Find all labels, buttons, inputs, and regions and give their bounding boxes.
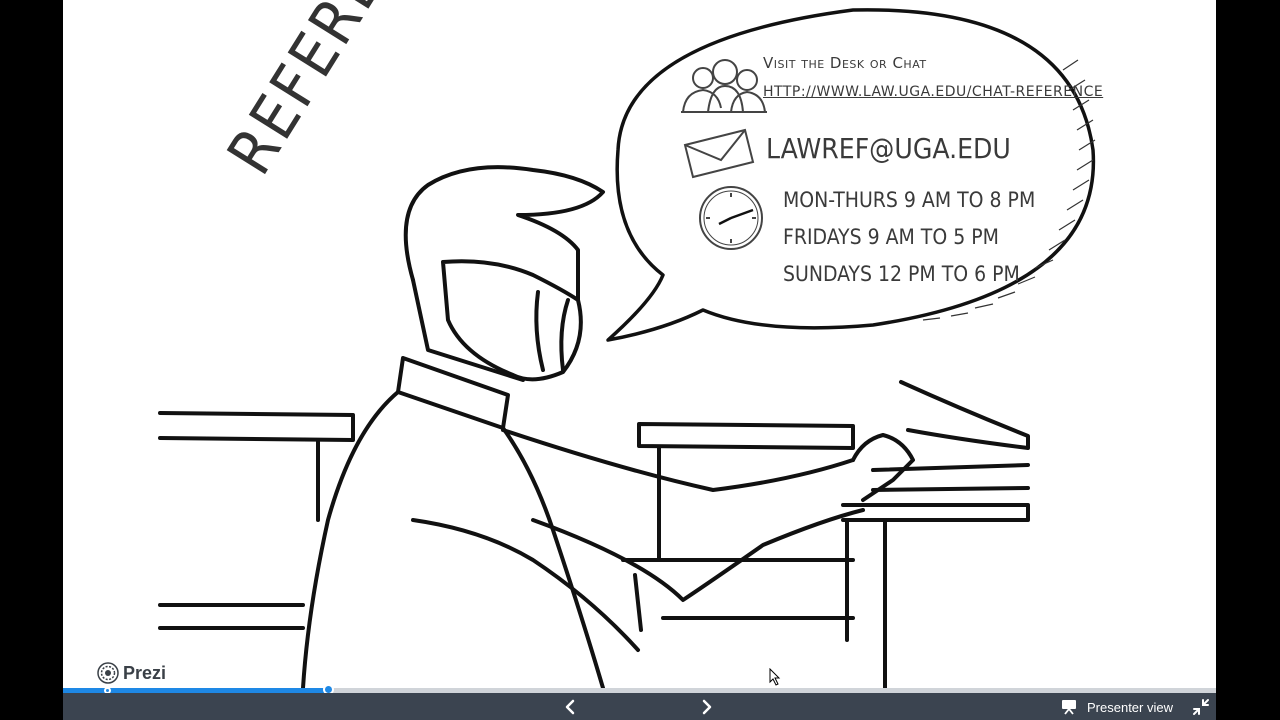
prezi-brand-label: Prezi	[123, 662, 167, 683]
chevron-left-icon	[565, 699, 575, 715]
chat-reference-link[interactable]: http://www.law.uga.edu/chat-reference	[763, 84, 1103, 100]
hours-line: MON-THURS 9 AM to 8 PM	[783, 188, 1036, 212]
clock-icon	[699, 186, 763, 250]
mouse-cursor-icon	[769, 668, 781, 686]
fullscreen-collapse-icon[interactable]	[1192, 698, 1210, 716]
player-toolbar: Presenter view	[63, 693, 1216, 720]
previous-step-button[interactable]	[558, 695, 582, 719]
prezi-brand[interactable]: Prezi	[91, 658, 173, 688]
presenter-view-button[interactable]: Presenter view	[1061, 696, 1173, 718]
hours-line: SUNDAYS 12 PM to 6 PM	[783, 262, 1020, 286]
hours-line: FRIDAYS 9 AM to 5 PM	[783, 225, 999, 249]
visit-desk-label: Visit the Desk or Chat	[763, 54, 927, 72]
people-icon	[681, 59, 767, 113]
presenter-view-label: Presenter view	[1087, 699, 1173, 715]
next-step-button[interactable]	[695, 695, 719, 719]
slide-canvas: REFERENCE Visit the Desk or Chat http://…	[63, 0, 1216, 688]
presenter-screen-icon	[1062, 700, 1076, 715]
librarian-illustration	[158, 8, 1096, 688]
prezi-logo-icon	[97, 662, 119, 684]
chevron-right-icon	[702, 699, 712, 715]
envelope-icon	[683, 128, 755, 179]
email-address: lawref@uga.edu	[766, 132, 1011, 165]
